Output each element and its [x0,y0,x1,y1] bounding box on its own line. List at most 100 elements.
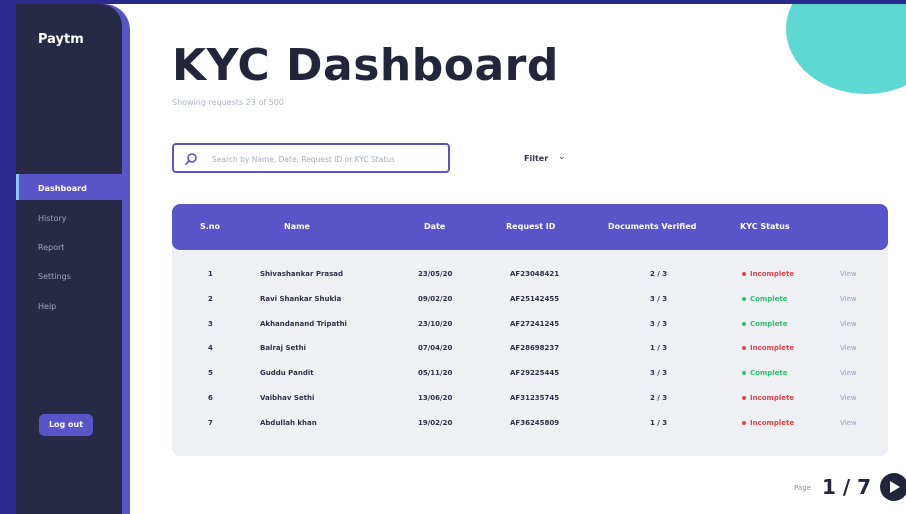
status-dot-icon [742,420,746,425]
row-date: 07/04/20 [418,344,453,353]
filter-button[interactable]: Filter [524,154,548,163]
row-sno: 3 [208,319,213,328]
row-documents-verified: 3 / 3 [650,319,668,328]
row-date: 05/11/20 [418,369,453,378]
row-name: Ravi Shankar Shukla [260,294,342,303]
chevron-down-icon[interactable]: ⌄ [558,152,566,162]
table-row: 4 Balraj Sethi 07/04/20 AF28698237 1 / 3 Inco… [172,344,888,368]
column-header-request-id: Request ID [506,222,556,231]
status-text: Complete [750,319,788,328]
row-request-id: AF27241245 [510,319,560,328]
sidebar-item-history[interactable]: History [16,204,122,230]
sidebar-item-report[interactable]: Report [16,233,122,259]
sidebar-item-dashboard[interactable]: Dashboard [16,174,122,200]
status-badge: Incomplete [742,394,794,402]
row-request-id: AF28698237 [510,344,560,353]
sidebar: Paytm Dashboard History Report Settings … [16,4,122,514]
status-dot-icon [742,321,746,326]
table-row: 1 Shivashankar Prasad 23/05/20 AF23048421 2 … [172,270,888,294]
row-sno: 5 [208,369,213,378]
row-date: 23/05/20 [418,270,453,278]
row-request-id: AF31235745 [510,394,560,402]
page-indicator: 1 / 7 [822,475,872,499]
view-link[interactable]: View [840,344,857,352]
row-request-id: AF29225445 [510,369,560,378]
row-sno: 2 [208,294,213,303]
logout-button[interactable]: Log out [39,414,93,436]
table-row: 7 Abdullah khan 19/02/20 AF36245809 1 / 3 Inc… [172,419,888,443]
search-icon [185,153,197,165]
status-text: Complete [750,369,788,378]
status-dot-icon [742,272,746,276]
status-badge: Incomplete [742,344,794,352]
status-dot-icon [742,396,746,400]
view-link[interactable]: View [840,320,857,328]
page-title: KYC Dashboard [172,40,559,91]
column-header-date: Date [424,222,446,231]
search-box[interactable] [172,143,450,173]
row-name: Shivashankar Prasad [260,270,344,278]
page-subtitle: Showing requests 23 of 500 [172,98,284,107]
app-frame: KYC Dashboard Showing requests 23 of 500… [0,0,906,514]
play-icon [890,481,900,493]
status-dot-icon [742,371,746,376]
row-date: 23/10/20 [418,319,453,328]
row-request-id: AF25142455 [510,294,560,303]
row-sno: 1 [208,270,213,278]
view-link[interactable]: View [840,419,857,427]
page-label: Page [794,484,811,492]
next-page-button[interactable] [880,473,906,501]
row-sno: 4 [208,344,213,353]
row-sno: 6 [208,394,213,402]
search-input[interactable] [210,150,444,168]
row-name: Akhandanand Tripathi [260,319,347,328]
view-link[interactable]: View [840,369,857,377]
table-row: 3 Akhandanand Tripathi 23/10/20 AF27241245 3… [172,320,888,344]
brand-logo: Paytm [38,32,84,47]
column-header-name: Name [284,222,310,231]
sidebar-item-help[interactable]: Help [16,292,122,318]
row-documents-verified: 3 / 3 [650,294,668,303]
row-documents-verified: 2 / 3 [650,270,668,278]
row-documents-verified: 2 / 3 [650,394,668,402]
view-link[interactable]: View [840,295,857,303]
row-name: Abdullah khan [260,418,317,427]
column-header-sno: S.no [200,222,220,231]
table-row: 2 Ravi Shankar Shukla 09/02/20 AF25142455 3 … [172,295,888,319]
status-badge: Complete [742,295,788,303]
view-link[interactable]: View [840,394,857,402]
decorative-circle [786,4,906,94]
status-badge: Incomplete [742,270,794,278]
row-date: 13/06/20 [418,394,453,402]
status-badge: Complete [742,369,788,377]
main-content: KYC Dashboard Showing requests 23 of 500… [100,4,906,514]
row-request-id: AF23048421 [510,270,560,278]
table-row: 5 Guddu Pandit 05/11/20 AF29225445 3 / 3 Comp… [172,369,888,393]
status-text: Incomplete [750,418,795,427]
row-documents-verified: 1 / 3 [650,418,668,427]
row-sno: 7 [208,418,213,427]
sidebar-item-settings[interactable]: Settings [16,262,122,288]
row-date: 19/02/20 [418,418,453,427]
row-request-id: AF36245809 [510,418,560,427]
column-header-kyc-status: KYC Status [740,222,790,231]
status-text: Incomplete [750,344,795,353]
status-badge: Complete [742,320,788,328]
row-name: Guddu Pandit [260,369,314,378]
status-dot-icon [742,296,746,301]
row-name: Balraj Sethi [260,344,306,353]
table-row: 6 Vaibhav Sethi 13/06/20 AF31235745 2 / 3 Inc… [172,394,888,418]
kyc-table: S.no Name Date Request ID Documents Veri… [172,204,888,456]
row-documents-verified: 3 / 3 [650,369,668,378]
status-text: Incomplete [750,270,795,278]
status-text: Complete [750,294,788,303]
row-documents-verified: 1 / 3 [650,344,668,353]
status-text: Incomplete [750,394,795,402]
row-name: Vaibhav Sethi [260,394,315,402]
row-date: 09/02/20 [418,294,453,303]
view-link[interactable]: View [840,270,857,278]
table-header: S.no Name Date Request ID Documents Veri… [172,204,888,250]
column-header-documents-verified: Documents Verified [608,222,697,231]
status-dot-icon [742,346,746,351]
status-badge: Incomplete [742,419,794,427]
